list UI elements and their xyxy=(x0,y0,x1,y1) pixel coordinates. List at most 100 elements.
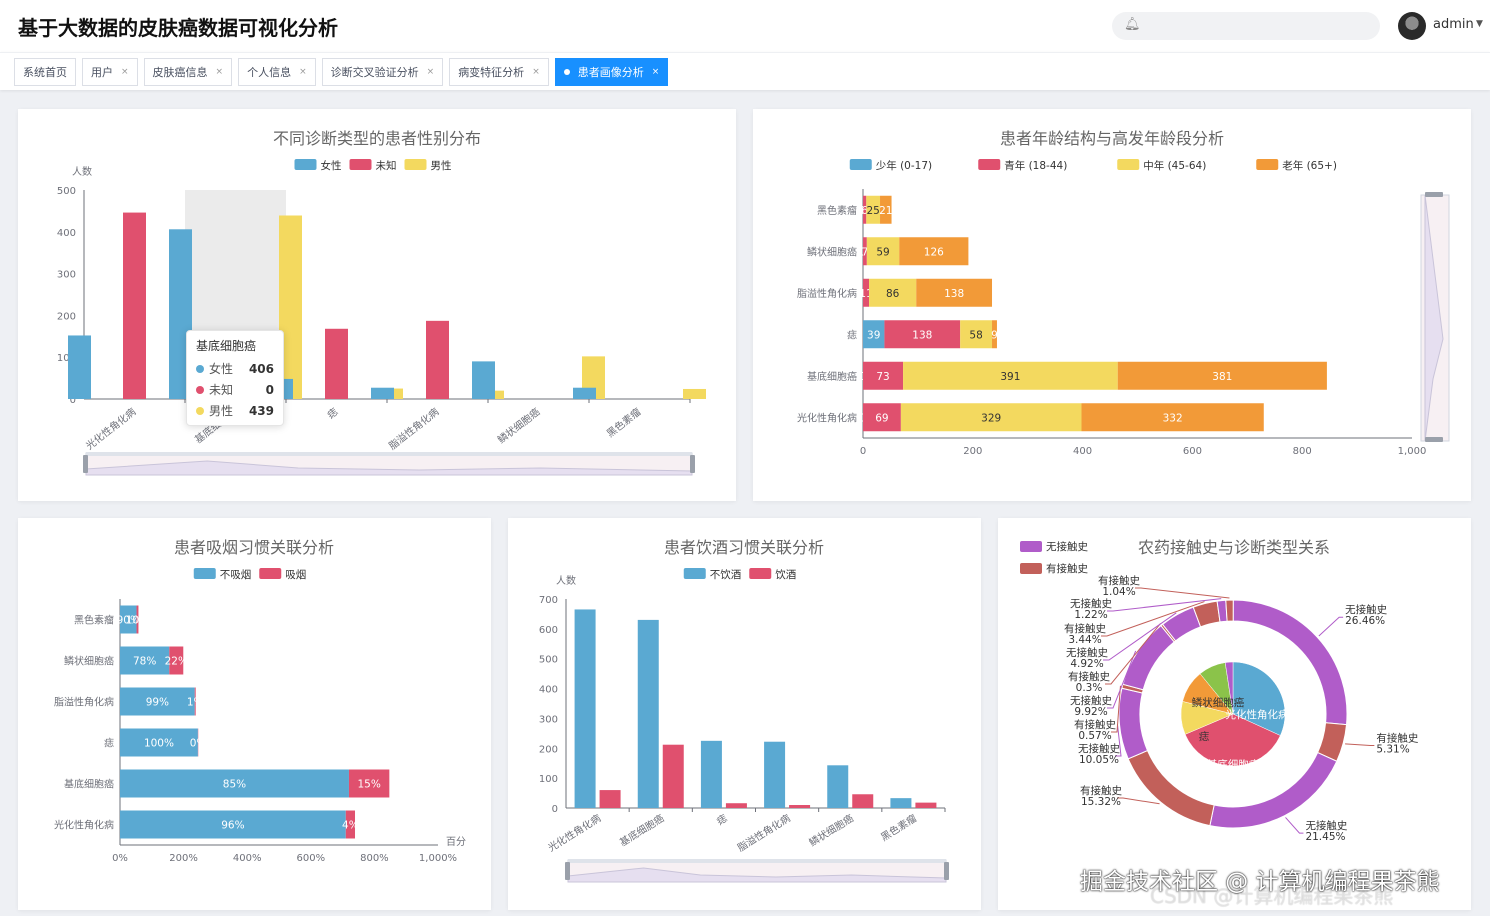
y-tick-label: 脂溢性角化病 xyxy=(54,696,114,709)
datazoom-handle-left xyxy=(565,862,570,880)
tab-2[interactable]: 皮肤癌信息 × xyxy=(143,58,233,86)
legend-label: 有接触史 xyxy=(1046,562,1088,575)
ring-label-value: 5.31% xyxy=(1376,744,1409,756)
tab-label: 诊断交叉验证分析 xyxy=(330,66,419,79)
legend-swatch xyxy=(294,159,317,170)
label-leader-line xyxy=(1117,797,1160,805)
datazoom-handle-right xyxy=(944,862,949,880)
y-tick-label: 黑色素瘤 xyxy=(74,614,114,627)
y-tick-label: 700 xyxy=(539,595,558,606)
inner-label: 痣 xyxy=(1199,730,1210,743)
ring-label-value: 1.04% xyxy=(1102,586,1135,598)
age-chart-card: 患者年龄结构与高发年龄段分析 少年 (0-17) 青年 (18-44) 中年 (45-… xyxy=(753,109,1471,501)
legend-swatch xyxy=(1020,541,1042,552)
datazoom-handle-bottom xyxy=(1425,437,1443,442)
datazoom-track xyxy=(568,859,946,863)
legend-label: 无接触史 xyxy=(1046,540,1088,553)
y-tick-label: 痣 xyxy=(847,328,857,341)
legend-label: 青年 (18-44) xyxy=(1004,159,1067,172)
y-tick-label: 基底细胞癌 xyxy=(807,370,857,383)
close-icon[interactable]: × xyxy=(299,67,307,77)
tooltip-row: 女性 406 xyxy=(196,358,274,379)
chart-title: 农药接触史与诊断类型关系 xyxy=(1138,538,1330,557)
bar-饮酒 xyxy=(599,790,621,808)
x-tick-label: 光化性角化病 xyxy=(83,405,138,452)
y-tick-label: 300 xyxy=(539,714,558,725)
bar-value-label: 96% xyxy=(221,820,244,832)
x-tick-label: 600% xyxy=(297,853,326,864)
x-tick-label: 200 xyxy=(963,446,982,457)
user-name[interactable]: admin xyxy=(1433,17,1474,32)
tab-6[interactable]: 患者画像分析 × xyxy=(554,58,669,86)
inner-label: 基底细胞癌 xyxy=(1207,758,1260,771)
chart-title: 不同诊断类型的患者性别分布 xyxy=(273,129,481,148)
x-tick-label: 200% xyxy=(169,853,198,864)
bar-女性 xyxy=(472,361,495,399)
tab-5[interactable]: 病变特征分析 × xyxy=(449,58,549,86)
bar-女性 xyxy=(68,335,91,399)
chevron-down-icon[interactable]: ▼ xyxy=(1476,19,1483,29)
chart-tooltip: 基底细胞癌 女性 406 未知 0 男性 439 xyxy=(186,330,284,426)
bar-value-label: 4% xyxy=(342,820,359,832)
bar-value-label: 85% xyxy=(223,779,246,791)
gender-chart: 不同诊断类型的患者性别分布女性 未知 男性人数0100200300400500光化性… xyxy=(57,129,706,476)
ring-label-value: 9.92% xyxy=(1074,706,1107,718)
datazoom-track xyxy=(86,452,692,456)
bar-value-label: 78% xyxy=(133,656,156,668)
x-tick-label: 基底细胞癌 xyxy=(617,812,666,850)
close-icon[interactable]: × xyxy=(652,67,660,77)
bar-value-label: 1% xyxy=(187,697,204,709)
close-icon[interactable]: × xyxy=(121,67,129,77)
bar-value-label: 25 xyxy=(866,205,879,217)
y-tick-label: 基底细胞癌 xyxy=(64,778,114,791)
x-tick-label: 脂溢性角化病 xyxy=(386,405,441,452)
tab-0[interactable]: 系统首页 xyxy=(14,58,76,86)
bar-value-label: 58 xyxy=(969,329,982,341)
datazoom-handle-left xyxy=(83,455,88,473)
bar-value-label: 10% xyxy=(126,615,149,627)
bar-未知 xyxy=(325,328,348,399)
tab-label: 患者画像分析 xyxy=(577,66,644,79)
label-leader-line xyxy=(1345,743,1375,747)
tab-label: 病变特征分析 xyxy=(458,66,525,79)
close-icon[interactable]: × xyxy=(427,67,435,77)
legend-swatch xyxy=(404,159,427,170)
legend-swatch xyxy=(849,159,872,170)
bar-女性 xyxy=(573,387,596,399)
x-tick-label: 黑色素瘤 xyxy=(878,812,919,844)
legend-label: 老年 (65+) xyxy=(1282,159,1337,172)
tab-4[interactable]: 诊断交叉验证分析 × xyxy=(321,58,444,86)
tab-3[interactable]: 个人信息 × xyxy=(238,58,316,86)
bar-value-label: 15% xyxy=(357,779,380,791)
bar-饮酒 xyxy=(852,794,874,808)
ring-label-value: 21.45% xyxy=(1305,831,1345,843)
legend-label: 不饮酒 xyxy=(710,568,742,581)
y-tick-label: 600 xyxy=(539,625,558,636)
avatar[interactable] xyxy=(1398,12,1426,40)
legend-label: 吸烟 xyxy=(285,568,306,581)
tab-1[interactable]: 用户 × xyxy=(82,58,138,86)
bar-饮酒 xyxy=(915,802,937,808)
y-tick-label: 0 xyxy=(552,804,558,815)
legend-label: 不吸烟 xyxy=(220,568,252,581)
y-tick-label: 鳞状细胞癌 xyxy=(807,245,857,258)
bar-value-label: 0% xyxy=(190,738,207,750)
chart-title: 患者饮酒习惯关联分析 xyxy=(664,538,824,557)
smoking-chart: 患者吸烟习惯关联分析不吸烟 吸烟 0% 200% 400% 600% 800% 1,000% 百… xyxy=(54,538,466,864)
tabs-bar: 系统首页 用户 × 皮肤癌信息 × 个人信息 × 诊断交叉验证分析 × 病变特征分析 × 患者画像分析… xyxy=(0,52,1490,90)
y-tick-label: 500 xyxy=(57,186,76,197)
pesticide-chart: 农药接触史与诊断类型关系无接触史有接触史无接触史26.46%有接触史5.31%无… xyxy=(1020,538,1419,843)
ring-label-value: 15.32% xyxy=(1081,796,1121,808)
close-icon[interactable]: × xyxy=(216,67,224,77)
x-tick-label: 黑色素瘤 xyxy=(604,405,644,440)
chart-title: 患者年龄结构与高发年龄段分析 xyxy=(1000,129,1224,148)
bell-icon[interactable]: 🔔︎ xyxy=(1124,17,1141,33)
label-leader-line xyxy=(1135,587,1230,599)
y-tick-label: 鳞状细胞癌 xyxy=(64,655,114,668)
y-tick-label: 300 xyxy=(57,270,76,281)
x-axis-label: 百分 xyxy=(446,836,466,848)
bar-value-label: 86 xyxy=(886,288,900,300)
search-box[interactable]: 🔔︎ xyxy=(1112,12,1380,40)
legend-swatch xyxy=(193,568,216,579)
close-icon[interactable]: × xyxy=(532,67,540,77)
